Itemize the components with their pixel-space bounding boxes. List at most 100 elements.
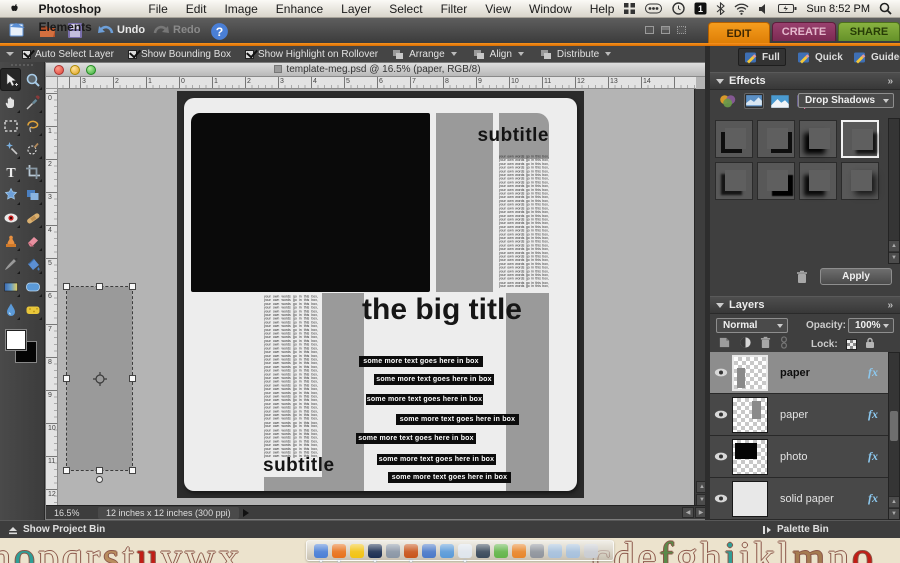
dock-app-icon[interactable] [512,544,526,558]
close-icon[interactable] [54,65,64,75]
layer-thumbnail[interactable] [732,397,768,433]
new-layer-icon[interactable] [718,336,731,352]
rotate-handle[interactable] [96,476,103,483]
dock-app-icon[interactable] [458,544,472,558]
text-box-bar[interactable]: some more text goes here in box [356,433,476,444]
type-tool[interactable]: T [0,160,21,183]
layer-thumbnail[interactable] [732,439,768,475]
drop-shadow-preset[interactable] [757,120,795,158]
spaces-icon[interactable] [623,2,636,15]
palette-menu-icon[interactable]: » [887,76,892,87]
redo-button[interactable]: Redo [173,24,201,36]
subtitle-bottom-text[interactable]: subtitle [263,455,335,477]
photo-effects-icon[interactable] [770,93,790,109]
straighten-tool[interactable] [22,183,43,206]
horizontal-scrollbar-buttons[interactable]: ◀▶ [682,507,707,518]
mode-quick-button[interactable]: Quick [792,48,848,66]
checkbox-auto-select-layer[interactable]: Auto Select Layer [22,49,114,60]
vertical-ruler[interactable]: 0123456789101112 [46,89,58,507]
selection-handle[interactable] [129,467,136,474]
lock-all-icon[interactable] [865,337,875,352]
eyedropper-tool[interactable] [22,91,43,114]
layer-styles-icon[interactable] [744,93,764,109]
sponge-tool[interactable] [22,298,43,321]
selection-handle[interactable] [96,467,103,474]
palette-bin-button[interactable]: Palette Bin [762,524,829,535]
palette-menu-icon[interactable]: » [887,300,892,311]
dock-app-icon[interactable] [314,544,328,558]
menu-edit[interactable]: Edit [177,0,216,18]
power-icon[interactable] [778,3,797,14]
menu-button-distribute[interactable]: Distribute [540,49,611,60]
layers-scrollbar[interactable]: ▲ ▼ [888,352,900,520]
selection-handle[interactable] [96,283,103,290]
drop-shadow-preset[interactable] [715,120,753,158]
redo-icon[interactable] [152,22,171,39]
menu-filter[interactable]: Filter [432,0,477,18]
move-tool[interactable] [0,68,21,91]
selection-handle[interactable] [129,375,136,382]
dock-app-icon[interactable] [440,544,454,558]
dock-app-icon[interactable] [386,544,400,558]
zoom-level-field[interactable]: 16.5% [54,508,98,518]
selection-handle[interactable] [63,283,70,290]
mode-full-button[interactable]: Full [738,48,786,66]
effects-palette-header[interactable]: Effects » [710,72,900,90]
filler-text-column-left[interactable]: your own words go in this box, your own … [264,295,318,459]
dock-app-icon[interactable] [404,544,418,558]
text-box-bar[interactable]: some more text goes here in box [377,454,496,465]
checkbox-show-bounding-box[interactable]: Show Bounding Box [128,49,231,60]
layer-row-paper[interactable]: paperfx [710,352,888,394]
effects-scrollbar[interactable]: ▲ ▼ [888,118,900,264]
menu-app-name[interactable]: Photoshop Elements [29,0,139,18]
dock-app-icon[interactable] [476,544,490,558]
drop-shadow-preset[interactable] [841,162,879,200]
link-layers-icon[interactable] [779,336,789,352]
menu-enhance[interactable]: Enhance [267,0,332,18]
menu-file[interactable]: File [139,0,176,18]
filters-icon[interactable] [718,93,738,109]
drop-shadow-preset[interactable] [757,162,795,200]
lasso-tool[interactable] [22,114,43,137]
zoom-window-icon[interactable] [86,65,96,75]
menu-select[interactable]: Select [380,0,431,18]
selection-handle[interactable] [129,283,136,290]
scrapbook-page[interactable]: subtitle your own words go in this box, … [184,98,577,491]
dock-app-icon[interactable] [332,544,346,558]
crop-tool[interactable] [22,160,43,183]
opacity-dropdown[interactable]: 100% [848,318,894,333]
volume-icon[interactable] [758,3,769,15]
mode-guided-button[interactable]: Guided [848,48,900,66]
shape-tool[interactable] [22,275,43,298]
scroll-up-icon[interactable]: ▲ [889,240,899,251]
layer-thumbnail[interactable] [732,481,768,517]
zoom-tool[interactable] [22,68,43,91]
time-machine-icon[interactable] [672,2,685,15]
menu-layer[interactable]: Layer [332,0,380,18]
hand-tool[interactable] [0,91,21,114]
healing-brush-tool[interactable] [22,206,43,229]
menu-image[interactable]: Image [215,0,266,18]
battery-pill-icon[interactable] [645,3,663,14]
bluetooth-icon[interactable] [716,2,725,15]
text-box-bar[interactable]: some more text goes here in box [374,374,494,385]
menu-window[interactable]: Window [520,0,581,18]
visibility-eye-icon[interactable] [714,494,728,503]
scroll-down-icon[interactable]: ▼ [889,252,899,263]
undo-icon[interactable] [96,22,115,39]
input-menu-icon[interactable]: 1 [694,2,707,15]
dock-app-icon[interactable] [566,544,580,558]
text-box-bar[interactable]: some more text goes here in box [366,394,483,405]
eraser-tool[interactable] [22,229,43,252]
selected-paper-block[interactable] [67,287,132,470]
photo-placeholder[interactable] [191,113,430,292]
show-project-bin-button[interactable]: Show Project Bin [8,524,105,535]
dock-app-icon[interactable] [350,544,364,558]
selection-handle[interactable] [63,375,70,382]
options-collapse-icon[interactable] [6,52,14,56]
cookie-cutter-tool[interactable] [0,183,21,206]
scrollbar-thumb[interactable] [890,411,898,441]
blur-tool[interactable] [0,298,21,321]
brush-tool[interactable] [0,252,21,275]
layer-row-solid-paper[interactable]: solid paperfx [710,478,888,520]
